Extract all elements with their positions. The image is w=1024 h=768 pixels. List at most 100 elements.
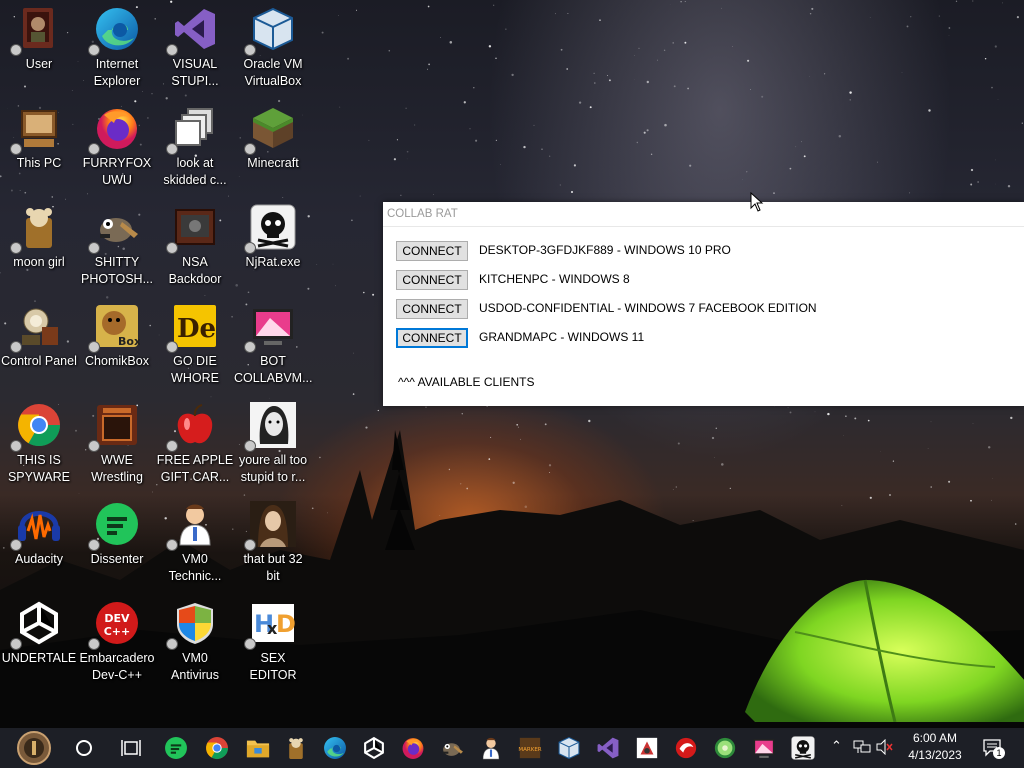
notification-center-icon[interactable]: 1 <box>982 737 1005 759</box>
desktop-icon-label: FREE APPLE GIFT CAR... <box>156 453 234 484</box>
desktop-icon[interactable]: BOT COLLABVM... <box>234 297 313 387</box>
control-panel-icon <box>10 303 62 353</box>
desktop-icon[interactable]: VM0 Technic... <box>156 495 234 585</box>
desktop-icon-label: This PC <box>16 156 62 170</box>
firefox-icon[interactable] <box>399 734 427 762</box>
gimp-icon[interactable] <box>438 734 466 762</box>
desktop-icon-label: Embarcadero Dev-C++ <box>79 651 155 682</box>
desktop-icon[interactable]: SHITTY PHOTOSH... <box>78 198 156 288</box>
desktop-icon[interactable]: FURRYFOX UWU <box>78 99 156 189</box>
network-icon[interactable] <box>853 739 871 759</box>
desktop-icon-label: VM0 Antivirus <box>171 651 219 682</box>
desktop-icon-label: NSA Backdoor <box>168 255 222 286</box>
doctor-icon[interactable] <box>477 734 505 762</box>
desktop-icon[interactable]: FREE APPLE GIFT CAR... <box>156 396 234 486</box>
shortcut-arrow-icon <box>88 44 100 56</box>
virtualbox-icon[interactable] <box>555 734 583 762</box>
copy-windows-icon <box>166 105 218 155</box>
desktop-icon-label: User <box>25 57 53 71</box>
marker-icon[interactable]: MARKER <box>516 734 544 762</box>
shortcut-arrow-icon <box>244 638 256 650</box>
desktop-icon-label: that but 32 bit <box>243 552 303 583</box>
desktop-icon[interactable]: NjRat.exe <box>234 198 312 271</box>
skull-icon[interactable] <box>789 734 817 762</box>
connect-button[interactable]: CONNECT <box>396 270 468 290</box>
desktop-icon[interactable]: VISUAL STUPI... <box>156 0 234 90</box>
start-icon[interactable] <box>10 728 58 768</box>
desktop-icon-label: Minecraft <box>247 156 299 170</box>
desktop-icon-label: UNDERTALE <box>1 651 77 665</box>
desktop-icon[interactable]: look at skidded c... <box>156 99 234 189</box>
desktop-icon[interactable]: WWE Wrestling <box>78 396 156 486</box>
task-view-icon[interactable] <box>117 734 145 762</box>
cortana-circle-icon[interactable] <box>70 734 98 762</box>
volume-muted-icon[interactable] <box>876 738 894 759</box>
desktop-icon[interactable]: This PC <box>0 99 78 172</box>
desktop-icon[interactable]: DEV C++ Embarcadero Dev-C++ <box>78 594 156 684</box>
svg-text:C++: C++ <box>104 625 131 638</box>
shortcut-arrow-icon <box>10 539 22 551</box>
moon-girl-icon[interactable] <box>282 734 310 762</box>
unity-icon[interactable] <box>360 734 388 762</box>
connect-button[interactable]: CONNECT <box>396 241 468 261</box>
shortcut-arrow-icon <box>166 638 178 650</box>
desktop-icon[interactable]: VM0 Antivirus <box>156 594 234 684</box>
chrome-icon[interactable] <box>203 734 231 762</box>
desktop-icon[interactable]: NSA Backdoor <box>156 198 234 288</box>
desktop-icon-label: WWE Wrestling <box>91 453 143 484</box>
doctor-icon <box>166 501 218 551</box>
portrait-painting-icon <box>244 501 296 551</box>
desktop-icon[interactable]: Box ChomikBox <box>78 297 156 370</box>
shortcut-arrow-icon <box>10 143 22 155</box>
desktop-icon-label: Control Panel <box>1 354 77 368</box>
window-titlebar[interactable]: COLLAB RAT <box>383 202 1024 227</box>
java-icon[interactable] <box>633 734 661 762</box>
desktop-icon[interactable]: Control Panel <box>0 297 78 370</box>
desktop-icon[interactable]: Oracle VM VirtualBox <box>234 0 312 90</box>
client-name: USDOD-CONFIDENTIAL - WINDOWS 7 FACEBOOK … <box>479 301 817 315</box>
computer-icon <box>10 105 62 155</box>
dissenter-icon[interactable] <box>162 734 190 762</box>
red-bird-icon[interactable] <box>672 734 700 762</box>
bot-screen-icon[interactable] <box>750 734 778 762</box>
collab-rat-window: COLLAB RAT CONNECT DESKTOP-3GFDJKF889 - … <box>383 202 1024 406</box>
shortcut-arrow-icon <box>166 143 178 155</box>
taskbar: MARKER ⌃ 6:00 AM 4/13/2023 1 <box>0 728 1024 768</box>
desktop-icon-label: look at skidded c... <box>163 156 227 187</box>
oven-icon <box>88 402 140 452</box>
watermelon-icon[interactable] <box>711 734 739 762</box>
desktop-icon[interactable]: Internet Explorer <box>78 0 156 90</box>
desktop-icon[interactable]: that but 32 bit <box>234 495 312 585</box>
desktop-icon-label: Oracle VM VirtualBox <box>243 57 303 88</box>
desktop-icon[interactable]: moon girl <box>0 198 78 271</box>
visual-studio-icon[interactable] <box>594 734 622 762</box>
desktop-icon[interactable]: Audacity <box>0 495 78 568</box>
connect-button[interactable]: CONNECT <box>396 299 468 319</box>
desktop-icon[interactable]: De GO DIE WHORE <box>156 297 234 387</box>
desktop-icon[interactable]: Hx D SEX EDITOR <box>234 594 312 684</box>
desktop-icon-label: THIS IS SPYWARE <box>7 453 71 484</box>
file-explorer-icon[interactable] <box>244 734 272 762</box>
shortcut-arrow-icon <box>88 341 100 353</box>
show-hidden-icons-chevron-icon[interactable]: ⌃ <box>831 739 842 754</box>
desktop-icon[interactable]: UNDERTALE <box>0 594 78 667</box>
taskbar-clock[interactable]: 6:00 AM 4/13/2023 <box>895 730 975 764</box>
svg-text:DEV: DEV <box>104 612 130 625</box>
nsa-backdoor-icon <box>166 204 218 254</box>
mouse-cursor-icon <box>750 192 764 212</box>
shortcut-arrow-icon <box>88 539 100 551</box>
desktop-icon[interactable]: THIS IS SPYWARE <box>0 396 78 486</box>
desktop-icon[interactable]: User <box>0 0 78 73</box>
audacity-icon <box>10 501 62 551</box>
shortcut-arrow-icon <box>88 242 100 254</box>
shortcut-arrow-icon <box>166 44 178 56</box>
desktop-icon-label: SEX EDITOR <box>249 651 297 682</box>
shortcut-arrow-icon <box>10 638 22 650</box>
edge-icon[interactable] <box>321 734 349 762</box>
user-folder-icon <box>10 6 62 56</box>
desktop-icon[interactable]: youre all too stupid to r... <box>234 396 312 486</box>
desktop-icon[interactable]: Dissenter <box>78 495 156 568</box>
connect-button[interactable]: CONNECT <box>396 328 468 348</box>
shortcut-arrow-icon <box>10 341 22 353</box>
desktop-icon[interactable]: Minecraft <box>234 99 312 172</box>
